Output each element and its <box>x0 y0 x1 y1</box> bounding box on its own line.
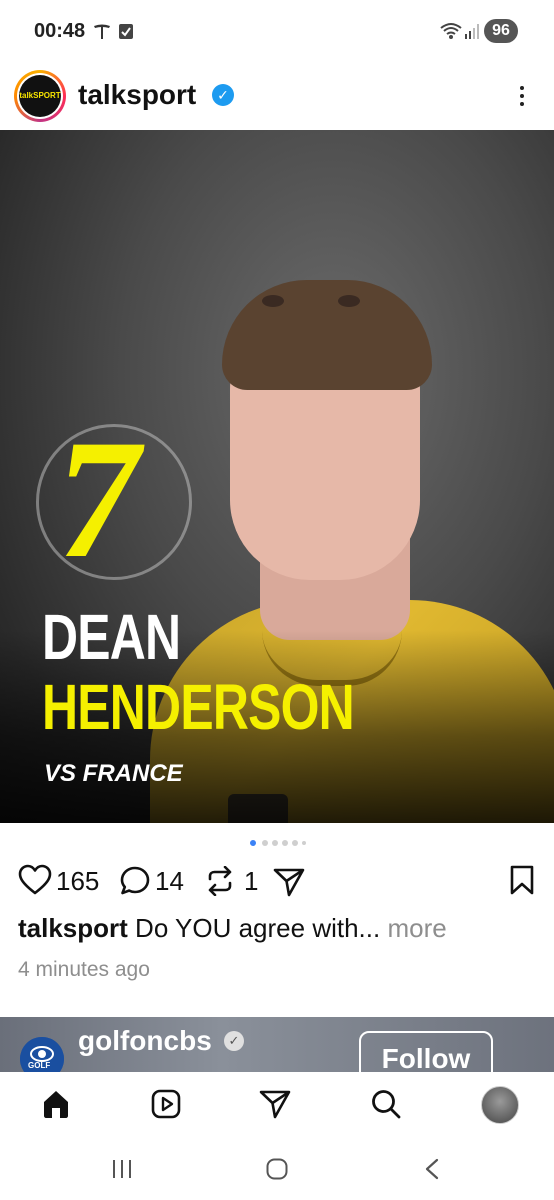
comment-count[interactable]: 14 <box>155 866 184 897</box>
caption-more-link[interactable]: more <box>380 913 446 943</box>
recent-apps-icon[interactable] <box>110 1158 134 1180</box>
video-icon[interactable] <box>150 1088 182 1120</box>
next-post-username[interactable]: golfoncbs <box>78 1025 212 1057</box>
battery-indicator: 96 <box>484 19 518 43</box>
bottom-nav <box>0 1072 554 1136</box>
next-post-avatar-label: GOLF <box>28 1061 51 1070</box>
carousel-dot-active <box>250 840 256 846</box>
post-image[interactable]: 7 DEAN HENDERSON VS FRANCE <box>0 130 554 823</box>
avatar-logo: talkSPORT <box>19 75 61 117</box>
repost-count[interactable]: 1 <box>244 866 258 897</box>
carousel-dot <box>302 841 306 845</box>
tesla-icon <box>94 24 110 39</box>
caption-text: Do YOU agree with... <box>127 913 381 943</box>
status-bar: 00:48 96 <box>0 0 554 64</box>
bookmark-icon[interactable] <box>508 864 536 896</box>
post-username[interactable]: talksport <box>78 79 196 111</box>
wifi-icon <box>440 23 462 39</box>
comment-icon[interactable] <box>119 865 151 897</box>
next-post-header: GOLF golfoncbs ✓ Follow <box>0 1017 554 1073</box>
clipboard-check-icon <box>119 24 133 39</box>
follow-button[interactable]: Follow <box>359 1031 493 1073</box>
carousel-dot <box>282 840 288 846</box>
player-first-name: DEAN <box>42 601 181 673</box>
home-button-icon[interactable] <box>265 1157 289 1181</box>
carousel-dot <box>272 840 278 846</box>
post-timestamp: 4 minutes ago <box>18 958 150 981</box>
verified-badge-icon: ✓ <box>212 84 234 106</box>
search-icon[interactable] <box>370 1088 402 1120</box>
status-time: 00:48 <box>34 20 86 42</box>
signal-icon <box>465 24 479 39</box>
caption-username[interactable]: talksport <box>18 913 128 943</box>
home-icon[interactable] <box>40 1088 72 1120</box>
post-caption[interactable]: talksport Do YOU agree with... more <box>18 913 447 944</box>
player-last-name: HENDERSON <box>42 671 355 743</box>
carousel-dot <box>292 840 298 846</box>
next-post-verified-icon: ✓ <box>224 1031 244 1051</box>
system-nav-bar <box>0 1140 554 1200</box>
like-count[interactable]: 165 <box>56 866 99 897</box>
carousel-dot <box>262 840 268 846</box>
more-options-icon[interactable] <box>512 80 532 112</box>
messages-send-icon[interactable] <box>258 1088 292 1120</box>
post-avatar[interactable]: talkSPORT <box>14 70 66 122</box>
profile-avatar[interactable] <box>481 1086 519 1124</box>
back-icon[interactable] <box>422 1157 442 1181</box>
match-subtitle: VS FRANCE <box>44 760 183 787</box>
repost-icon[interactable] <box>204 866 236 896</box>
share-send-icon[interactable] <box>272 866 306 898</box>
like-heart-icon[interactable] <box>18 864 52 896</box>
